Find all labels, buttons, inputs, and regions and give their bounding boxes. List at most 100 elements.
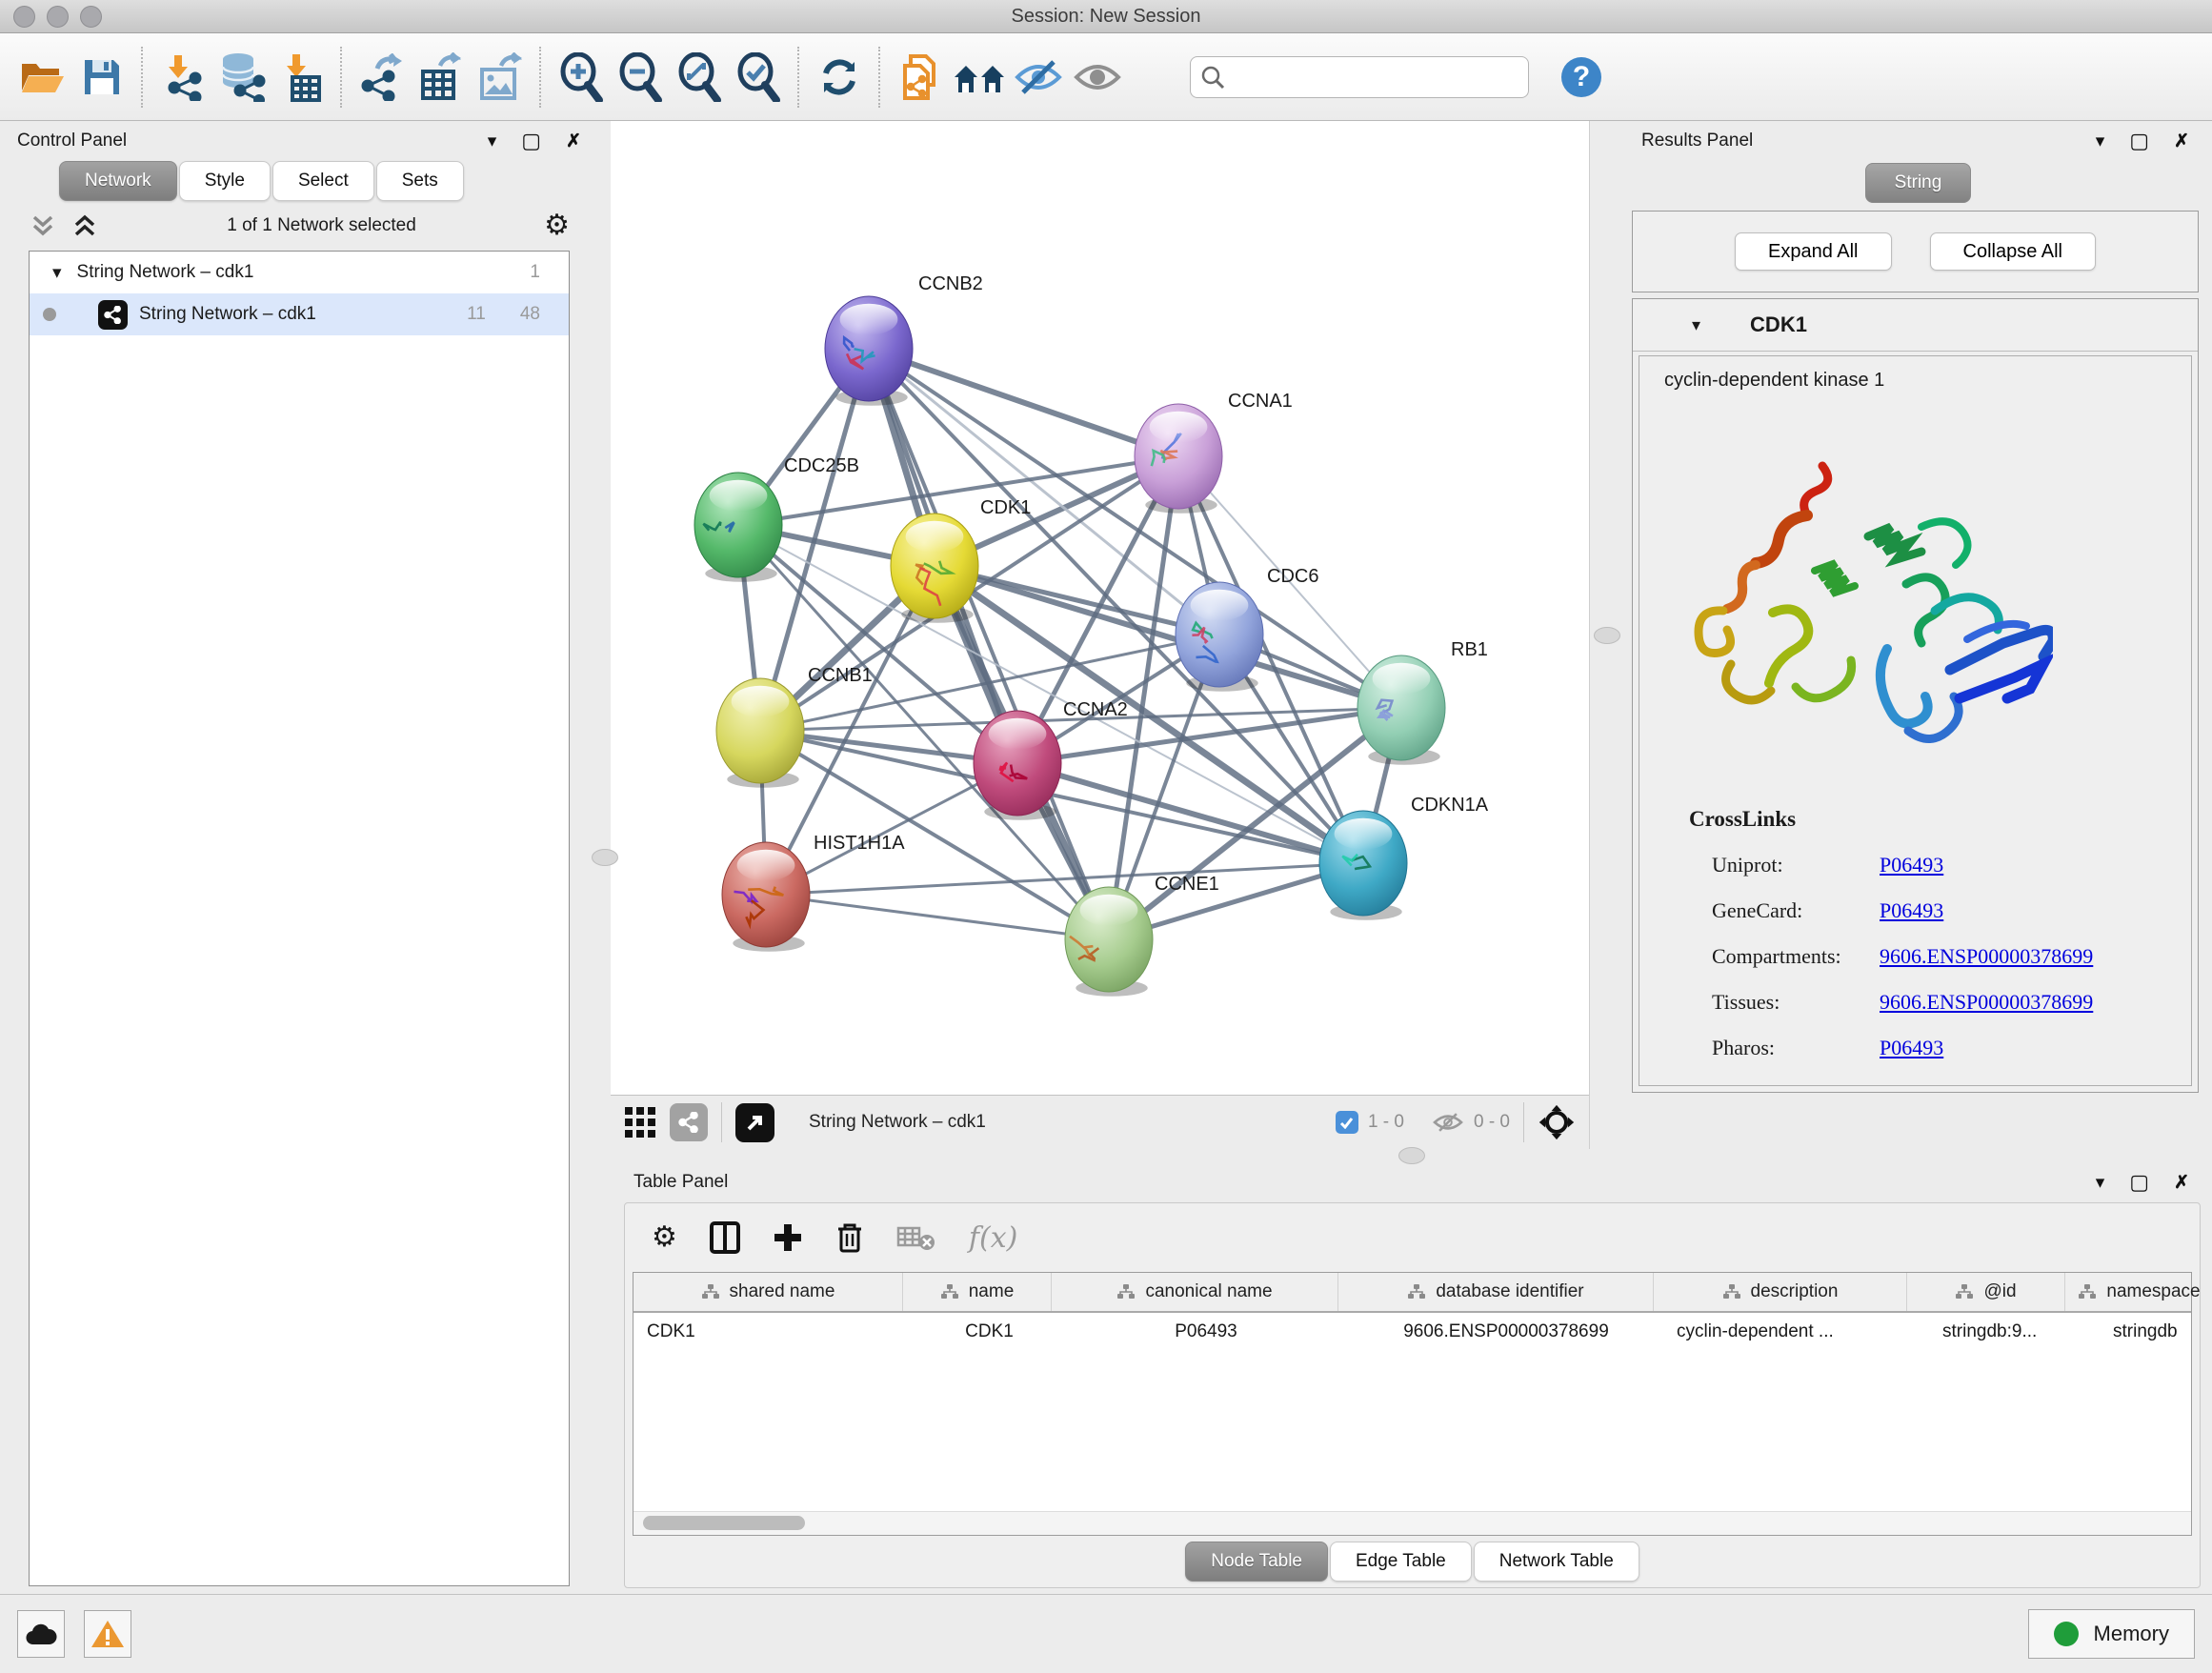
open-session-button[interactable] (13, 42, 72, 112)
string-home-button[interactable] (950, 42, 1009, 112)
grid-view-icon[interactable] (624, 1106, 656, 1139)
protein-section-header[interactable]: ▾ CDK1 (1633, 299, 2198, 352)
zoom-fit-button[interactable] (670, 42, 729, 112)
import-network-database-button[interactable] (212, 42, 271, 112)
panel-menu-icon[interactable]: ▾ (2096, 1172, 2105, 1194)
selected-checkbox-icon[interactable] (1336, 1111, 1358, 1134)
save-session-button[interactable] (72, 42, 131, 112)
zoom-out-button[interactable] (611, 42, 670, 112)
collection-expander-icon[interactable]: ▾ (52, 262, 62, 284)
column-header-namespace[interactable]: namespace (2065, 1273, 2212, 1311)
node-CDKN1A[interactable] (1319, 811, 1407, 920)
node-CDK1[interactable] (891, 514, 978, 623)
panel-close-icon[interactable]: ✗ (2174, 1172, 2189, 1194)
panel-float-icon[interactable]: ▢ (521, 129, 541, 153)
hidden-eye-icon[interactable] (1432, 1109, 1464, 1136)
tab-style[interactable]: Style (179, 161, 271, 201)
delete-table-icon[interactable] (896, 1223, 936, 1252)
panel-close-icon[interactable]: ✗ (2174, 131, 2189, 152)
node-CDC6[interactable] (1176, 582, 1263, 692)
search-input[interactable] (1225, 66, 1486, 88)
column-header-name[interactable]: name (903, 1273, 1052, 1311)
tab-edge-table[interactable]: Edge Table (1330, 1542, 1472, 1582)
show-columns-icon[interactable] (710, 1221, 740, 1254)
import-network-file-button[interactable] (153, 42, 212, 112)
warnings-button[interactable] (84, 1610, 131, 1658)
edge-HIST1H1A-CCNE1[interactable] (766, 895, 1109, 939)
node-CCNA1[interactable] (1135, 404, 1222, 514)
table-cell[interactable]: stringdb (2100, 1313, 2191, 1351)
panel-menu-icon[interactable]: ▾ (2096, 131, 2105, 152)
network-options-gear-icon[interactable]: ⚙ (544, 212, 570, 240)
toolbar-search[interactable] (1190, 56, 1529, 98)
results-tab-string[interactable]: String (1865, 163, 1972, 203)
scrollbar-thumb[interactable] (643, 1516, 805, 1530)
tab-network[interactable]: Network (59, 161, 177, 201)
pan-crosshair-icon[interactable] (1538, 1103, 1576, 1141)
horizontal-splitter[interactable] (611, 1149, 2212, 1162)
tab-select[interactable]: Select (272, 161, 374, 201)
panel-float-icon[interactable]: ▢ (2129, 129, 2149, 153)
zoom-in-button[interactable] (552, 42, 611, 112)
table-row[interactable]: CDK1CDK1P064939606.ENSP00000378699cyclin… (633, 1313, 2191, 1351)
crosslink-link[interactable]: P06493 (1880, 853, 1943, 877)
hide-selected-button[interactable] (1009, 42, 1068, 112)
column-header-canonical-name[interactable]: canonical name (1052, 1273, 1338, 1311)
column-header-description[interactable]: description (1654, 1273, 1907, 1311)
show-all-button[interactable] (1068, 42, 1127, 112)
column-header-@id[interactable]: @id (1907, 1273, 2065, 1311)
right-splitter[interactable] (1590, 121, 1624, 1149)
panel-menu-icon[interactable]: ▾ (488, 131, 497, 152)
memory-button[interactable]: Memory (2028, 1609, 2195, 1659)
table-cell[interactable]: CDK1 (915, 1313, 1063, 1351)
export-table-button[interactable] (412, 42, 471, 112)
table-cell[interactable]: P06493 (1063, 1313, 1349, 1351)
table-cell[interactable]: cyclin-dependent ... (1663, 1313, 1929, 1351)
expand-all-icon[interactable] (70, 213, 99, 238)
expand-all-button[interactable]: Expand All (1735, 232, 1892, 271)
column-header-database-identifier[interactable]: database identifier (1338, 1273, 1654, 1311)
import-table-file-button[interactable] (271, 42, 331, 112)
tab-sets[interactable]: Sets (376, 161, 464, 201)
node-RB1[interactable] (1357, 655, 1445, 765)
network-collection-row[interactable]: ▾ String Network – cdk1 1 (30, 252, 569, 293)
collapse-all-icon[interactable] (29, 213, 57, 238)
table-cell[interactable]: 9606.ENSP00000378699 (1349, 1313, 1663, 1351)
crosslink-link[interactable]: 9606.ENSP00000378699 (1880, 944, 2093, 969)
edge-CCNB2-CCNA1[interactable] (869, 349, 1178, 456)
node-CCNB1[interactable] (716, 678, 804, 788)
node-CDC25B[interactable] (694, 473, 782, 582)
string-view-icon[interactable] (670, 1103, 708, 1141)
documents-button[interactable] (891, 42, 950, 112)
collapse-all-button[interactable]: Collapse All (1930, 232, 2097, 271)
panel-close-icon[interactable]: ✗ (566, 131, 581, 152)
crosslink-link[interactable]: P06493 (1880, 1036, 1943, 1060)
tab-network-table[interactable]: Network Table (1474, 1542, 1639, 1582)
add-column-icon[interactable] (773, 1222, 803, 1253)
export-network-button[interactable] (352, 42, 412, 112)
panel-float-icon[interactable]: ▢ (2129, 1170, 2149, 1195)
function-builder-icon[interactable]: f(x) (969, 1221, 1017, 1255)
help-button[interactable]: ? (1552, 42, 1611, 112)
detach-view-icon[interactable] (735, 1103, 774, 1142)
crosslink-link[interactable]: P06493 (1880, 898, 1943, 923)
edge-CCNB2-CCNE1[interactable] (869, 349, 1109, 939)
splitter-grip[interactable] (1398, 1147, 1425, 1164)
network-canvas[interactable]: CCNB2CCNA1CDC25BCDK1CDC6RB1CCNB1CCNA2CDK… (611, 121, 1589, 1095)
tab-node-table[interactable]: Node Table (1185, 1542, 1328, 1582)
left-splitter[interactable] (598, 121, 611, 1594)
column-header-shared-name[interactable]: shared name (633, 1273, 903, 1311)
apply-layout-button[interactable] (810, 42, 869, 112)
crosslink-link[interactable]: 9606.ENSP00000378699 (1880, 990, 2093, 1015)
network-row[interactable]: String Network – cdk1 11 48 (30, 293, 569, 335)
delete-column-icon[interactable] (835, 1221, 864, 1254)
node-CCNE1[interactable] (1065, 887, 1153, 997)
table-options-gear-icon[interactable]: ⚙ (652, 1223, 677, 1252)
table-cell[interactable]: stringdb:9... (1929, 1313, 2100, 1351)
table-cell[interactable]: CDK1 (633, 1313, 915, 1351)
zoom-selected-button[interactable] (729, 42, 788, 112)
section-expander-icon[interactable]: ▾ (1692, 315, 1700, 335)
table-horizontal-scrollbar[interactable] (633, 1511, 2191, 1535)
cloud-button[interactable] (17, 1610, 65, 1658)
splitter-grip[interactable] (1594, 627, 1620, 644)
